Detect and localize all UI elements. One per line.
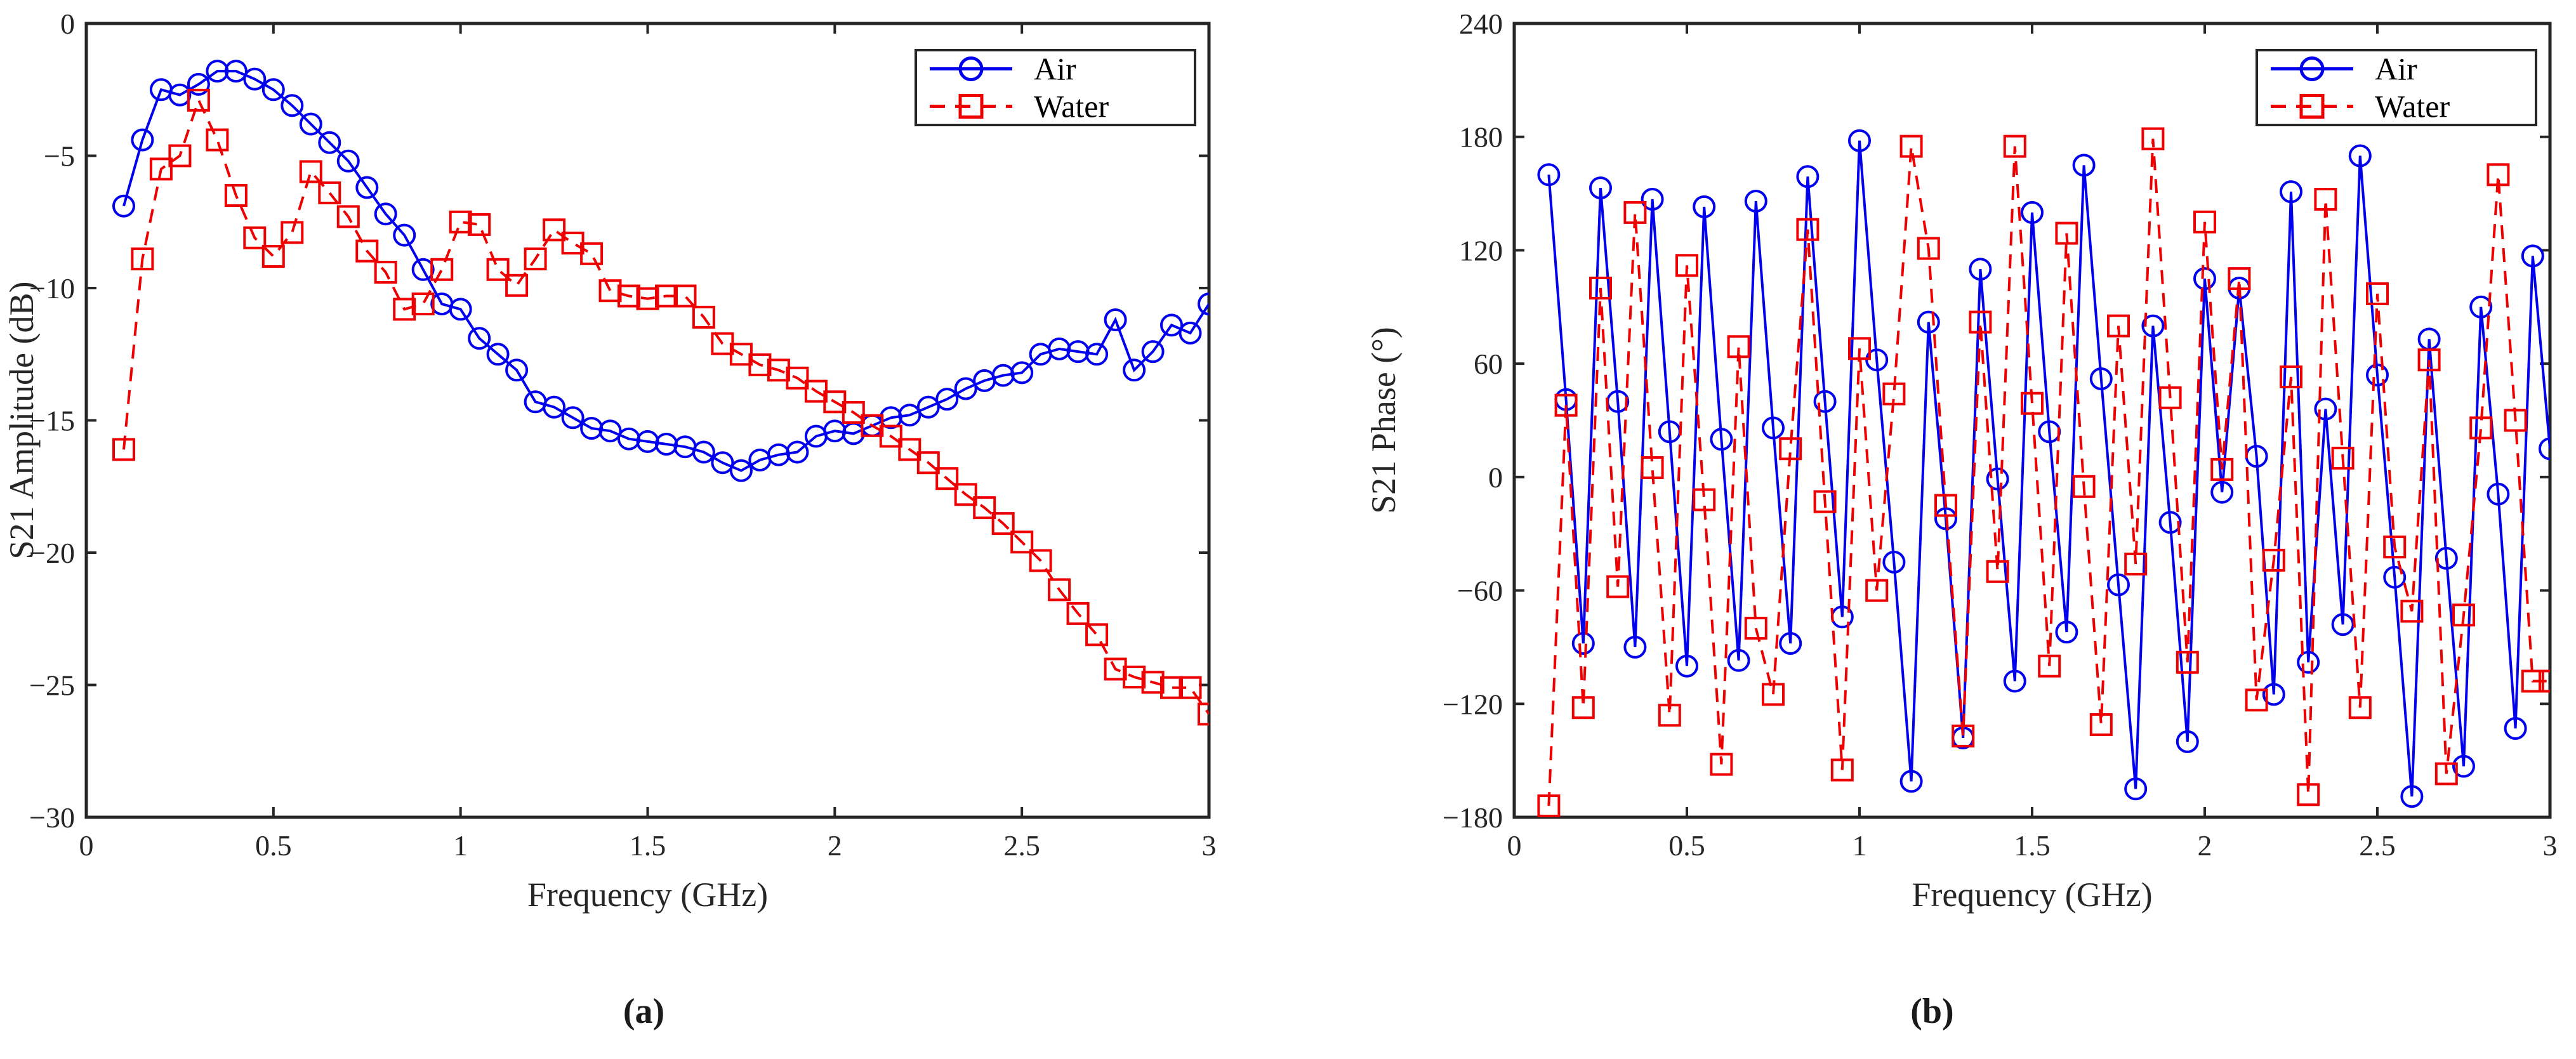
x-axis-label: Frequency (GHz) bbox=[1912, 876, 2152, 914]
chart-a-svg: 0 0.5 1 1.5 2 2.5 30−5−10−15−20−25−30Frequency… bbox=[3, 8, 1217, 914]
marker-square bbox=[561, 232, 585, 255]
legend[interactable]: AirWater bbox=[915, 49, 1196, 126]
legend-label-water: Water bbox=[2375, 89, 2450, 124]
x-tick-label: 2.5 bbox=[1003, 829, 1040, 862]
legend-label-water: Water bbox=[1034, 89, 1109, 124]
y-tick-label: −30 bbox=[29, 801, 75, 834]
data-layer bbox=[1537, 127, 2550, 817]
y-tick-label: −180 bbox=[1443, 801, 1503, 834]
marker-square bbox=[580, 242, 604, 265]
y-tick-label: 0 bbox=[60, 8, 75, 40]
x-tick-label: 0.5 bbox=[1668, 829, 1705, 862]
y-axis-label: S21 Phase (°) bbox=[1364, 327, 1403, 514]
y-tick-label: −25 bbox=[29, 669, 75, 702]
marker-square bbox=[598, 279, 622, 303]
panel-a-sublabel: (a) bbox=[623, 992, 665, 1031]
marker-square bbox=[411, 293, 435, 315]
legend-label-air: Air bbox=[2375, 51, 2417, 87]
x-tick-label: 1 bbox=[1853, 829, 1867, 862]
y-tick-label: 120 bbox=[1459, 234, 1503, 266]
figure-container: 0 0.5 1 1.5 2 2.5 3 0 −5 −10 −15 −20 −25 −30 Frequency… bbox=[0, 0, 2576, 1059]
legend-label-air: Air bbox=[1034, 51, 1076, 87]
y-tick-label: 60 bbox=[1474, 348, 1503, 380]
y-axis-label: S21 Amplitude (dB) bbox=[3, 281, 41, 559]
series-line-water bbox=[122, 96, 1209, 715]
x-tick-label: 2.5 bbox=[2359, 829, 2396, 862]
y-tick-label: 240 bbox=[1459, 8, 1503, 40]
x-axis-label: Frequency (GHz) bbox=[527, 876, 768, 914]
x-tick-label: 0 bbox=[79, 829, 94, 862]
y-tick-label: −60 bbox=[1457, 575, 1503, 607]
series-line-air bbox=[1547, 140, 2550, 797]
marker-square bbox=[543, 218, 566, 242]
marker-square bbox=[206, 128, 229, 152]
y-tick-label: −5 bbox=[44, 140, 75, 173]
y-tick-label: 0 bbox=[1488, 461, 1503, 494]
panel-a: 0 0.5 1 1.5 2 2.5 3 0 −5 −10 −15 −20 −25 −30 Frequency… bbox=[0, 0, 1288, 1059]
panel-b: 0 0.5 1 1.5 2 2.5 3 240 180 120 60 0 −60 −120 −180 Freq… bbox=[1288, 0, 2576, 1059]
x-tick-label: 2 bbox=[2198, 829, 2212, 862]
data-layer bbox=[112, 60, 1209, 726]
x-tick-label: 1.5 bbox=[2014, 829, 2051, 862]
legend[interactable]: AirWater bbox=[2256, 49, 2537, 126]
panel-b-sublabel: (b) bbox=[1910, 992, 1954, 1031]
series-line-air bbox=[122, 70, 1209, 472]
x-tick-label: 3 bbox=[2543, 829, 2558, 862]
plot-frame bbox=[84, 22, 1211, 819]
series-line-water bbox=[1547, 138, 2550, 806]
x-tick-label: 1 bbox=[453, 829, 468, 862]
y-tick-label: 180 bbox=[1459, 121, 1503, 154]
x-tick-label: 0.5 bbox=[255, 829, 292, 862]
x-tick-label: 2 bbox=[828, 829, 842, 862]
chart-b-svg: 0 0.5 1 1.5 2 2.5 3 240 180 120 60 0 −60 −120 −180 Freq… bbox=[1364, 8, 2558, 914]
marker-square bbox=[430, 258, 454, 281]
x-tick-label: 3 bbox=[1202, 829, 1217, 862]
x-tick-label: 0 bbox=[1507, 829, 1522, 862]
y-tick-label: −120 bbox=[1443, 688, 1503, 720]
x-tick-label: 1.5 bbox=[630, 829, 666, 862]
